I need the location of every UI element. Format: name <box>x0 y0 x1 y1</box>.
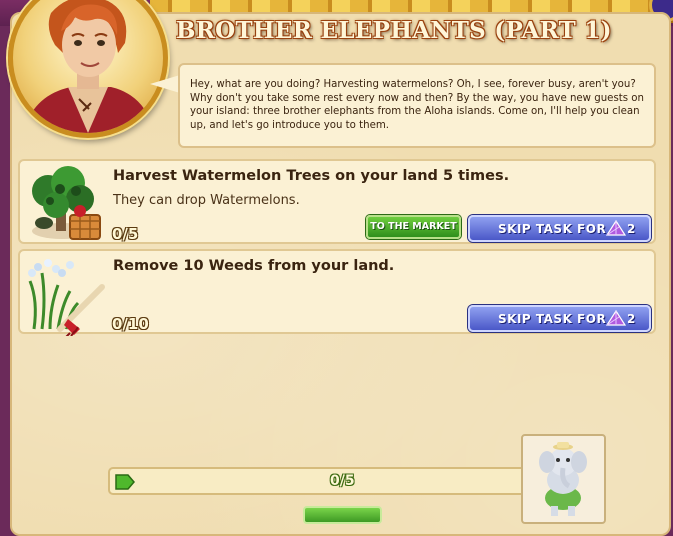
elephant-icon <box>539 442 587 516</box>
skip-task-button[interactable]: SKIP TASK FOR 2 <box>468 215 651 242</box>
speech-tail <box>150 75 180 93</box>
character-avatar-icon <box>23 0 155 133</box>
weeds-rake-icon <box>20 251 110 338</box>
crystal-gem-icon <box>605 309 627 331</box>
task-title: Remove 10 Weeds from your land. <box>113 258 395 274</box>
continue-button[interactable] <box>303 506 382 524</box>
task-title: Harvest Watermelon Trees on your land 5 … <box>113 168 510 184</box>
task-row: Harvest Watermelon Trees on your land 5 … <box>18 159 656 244</box>
reward-card[interactable] <box>521 434 606 524</box>
skip-task-cost: 2 <box>627 222 636 236</box>
task-progress: 0/5 <box>112 225 139 243</box>
to-market-button[interactable]: TO THE MARKET <box>366 215 461 239</box>
task-row: Remove 10 Weeds from your land. 0/10 SKI… <box>18 249 656 338</box>
skip-task-cost: 2 <box>627 312 636 326</box>
task-description: They can drop Watermelons. <box>113 193 300 208</box>
task-progress: 0/10 <box>112 315 149 333</box>
quest-progress-bar: 0/5 <box>108 467 528 495</box>
quest-title: BROTHER ELEPHANTS (PART 1) <box>176 17 612 44</box>
skip-task-button[interactable]: SKIP TASK FOR 2 <box>468 305 651 332</box>
dialog-text: Hey, what are you doing? Harvesting wate… <box>190 79 644 131</box>
green-arrow-icon <box>114 472 136 496</box>
crystal-gem-icon <box>605 219 627 241</box>
skip-task-label: SKIP TASK FOR <box>498 222 607 236</box>
skip-task-label: SKIP TASK FOR <box>498 312 607 326</box>
quest-progress-count: 0/5 <box>330 473 355 489</box>
dialog-bubble: Hey, what are you doing? Harvesting wate… <box>178 63 656 148</box>
watermelon-tree-icon <box>20 161 110 246</box>
